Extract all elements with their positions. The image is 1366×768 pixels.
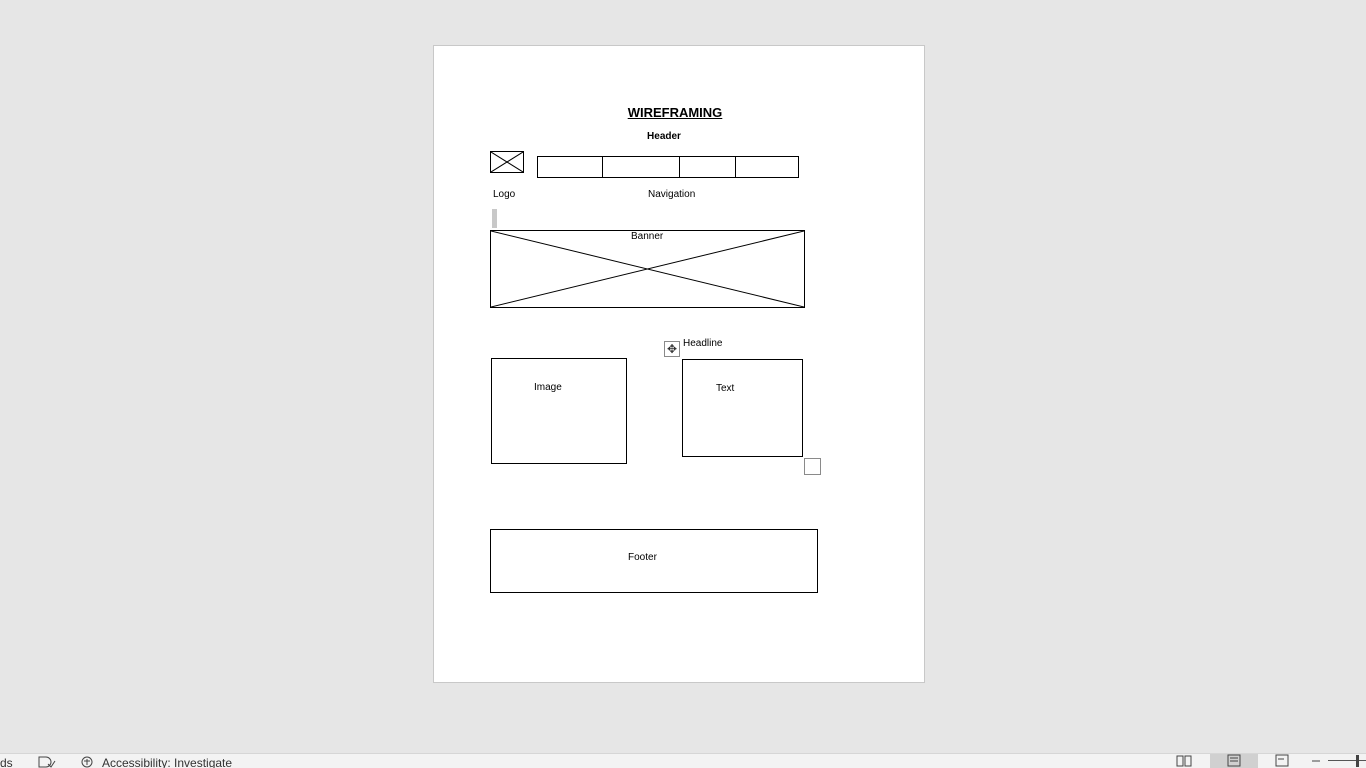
print-layout-icon[interactable] bbox=[1210, 754, 1258, 768]
nav-cell[interactable] bbox=[537, 156, 602, 178]
word-count[interactable]: ds bbox=[0, 756, 13, 768]
footer-label: Footer bbox=[628, 552, 657, 563]
logo-cross-graphic bbox=[491, 152, 523, 172]
nav-cell[interactable] bbox=[735, 156, 799, 178]
web-layout-icon[interactable] bbox=[1268, 754, 1296, 768]
document-title: WIREFRAMING bbox=[627, 105, 723, 120]
document-page[interactable]: WIREFRAMING Header Logo Navigation Banne… bbox=[433, 45, 925, 683]
read-mode-icon[interactable] bbox=[1170, 754, 1198, 768]
banner-label: Banner bbox=[631, 231, 664, 242]
status-bar: ds Accessibility: Investigate bbox=[0, 753, 1366, 768]
accessibility-status[interactable]: Accessibility: Investigate bbox=[102, 756, 232, 768]
navigation-label: Navigation bbox=[648, 189, 696, 200]
logo-label: Logo bbox=[493, 189, 516, 200]
headline-label: Headline bbox=[683, 338, 723, 349]
proofing-icon[interactable] bbox=[38, 756, 56, 768]
paragraph-selection-marker bbox=[492, 209, 497, 228]
image-label: Image bbox=[534, 382, 562, 393]
logo-placeholder[interactable] bbox=[490, 151, 524, 173]
zoom-out-icon[interactable] bbox=[1306, 754, 1326, 768]
zoom-slider-thumb[interactable] bbox=[1356, 755, 1359, 767]
document-workspace[interactable]: WIREFRAMING Header Logo Navigation Banne… bbox=[0, 0, 1366, 753]
zoom-slider[interactable] bbox=[1328, 760, 1366, 761]
nav-cell[interactable] bbox=[602, 156, 679, 178]
accessibility-icon[interactable] bbox=[79, 756, 97, 768]
text-placeholder[interactable] bbox=[682, 359, 803, 457]
navigation-bar[interactable] bbox=[537, 156, 799, 178]
banner-cross-graphic bbox=[491, 231, 804, 307]
image-placeholder[interactable] bbox=[491, 358, 627, 464]
nav-cell[interactable] bbox=[679, 156, 735, 178]
move-handle-icon[interactable]: ✥ bbox=[664, 341, 680, 357]
text-label: Text bbox=[716, 383, 735, 394]
table-resize-handle[interactable] bbox=[804, 458, 821, 475]
header-label: Header bbox=[647, 131, 681, 142]
